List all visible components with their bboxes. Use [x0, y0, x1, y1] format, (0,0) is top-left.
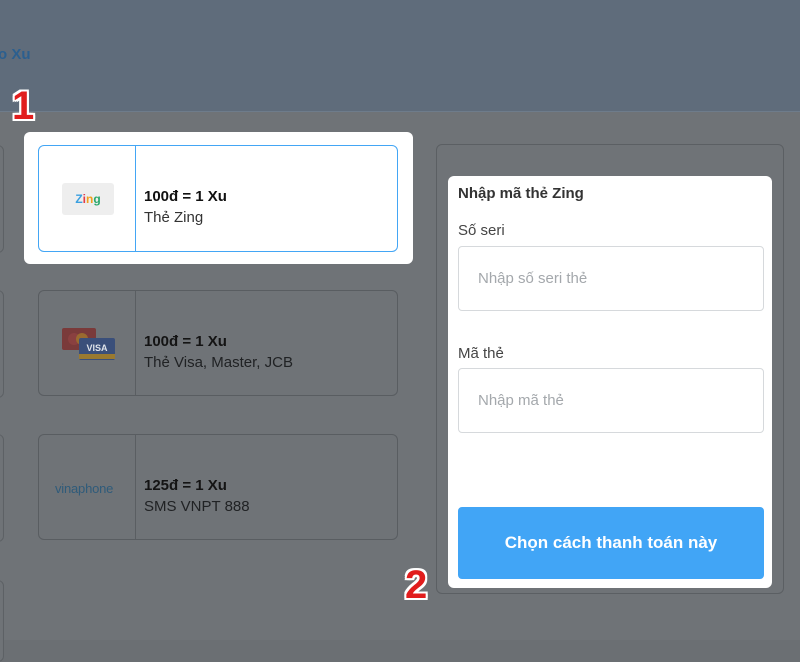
card-logo-area: Zing	[39, 146, 136, 251]
svg-text:VISA: VISA	[86, 343, 108, 353]
choose-payment-button[interactable]: Chọn cách thanh toán này	[458, 507, 764, 579]
code-input[interactable]	[458, 368, 764, 433]
card-name: Thẻ Zing	[144, 209, 204, 226]
left-column-edge	[0, 434, 4, 542]
zing-logo-icon: Zing	[62, 183, 114, 215]
card-name: SMS VNPT 888	[144, 498, 250, 515]
serial-label: Số seri	[458, 222, 505, 239]
page-title: o Xu	[0, 46, 31, 63]
left-column-edge	[0, 580, 4, 662]
card-logo-area: VISA	[39, 291, 136, 395]
card-price: 125đ = 1 Xu	[144, 477, 227, 494]
vinaphone-logo-icon: vinaphone	[55, 481, 114, 496]
step-marker-2: 2	[405, 563, 428, 607]
card-input-form: Nhập mã thẻ Zing Số seri Mã thẻ Chọn các…	[448, 176, 772, 588]
card-logo-area: vinaphone	[39, 435, 136, 539]
card-price: 100đ = 1 Xu	[144, 333, 227, 350]
page-header: o Xu	[0, 0, 800, 112]
left-column-edge	[0, 290, 4, 398]
card-price: 100đ = 1 Xu	[144, 188, 227, 205]
serial-input[interactable]	[458, 246, 764, 311]
payment-option-vinaphone[interactable]: vinaphone 125đ = 1 Xu SMS VNPT 888	[38, 434, 398, 540]
card-name: Thẻ Visa, Master, JCB	[144, 354, 293, 371]
step-marker-1: 1	[12, 84, 35, 128]
credit-cards-icon: VISA	[62, 328, 115, 360]
form-title: Nhập mã thẻ Zing	[458, 185, 584, 202]
payment-option-visa[interactable]: VISA 100đ = 1 Xu Thẻ Visa, Master, JCB	[38, 290, 398, 396]
left-column-edge	[0, 145, 4, 253]
code-label: Mã thẻ	[458, 345, 504, 362]
payment-option-zing[interactable]: Zing 100đ = 1 Xu Thẻ Zing	[38, 145, 398, 252]
